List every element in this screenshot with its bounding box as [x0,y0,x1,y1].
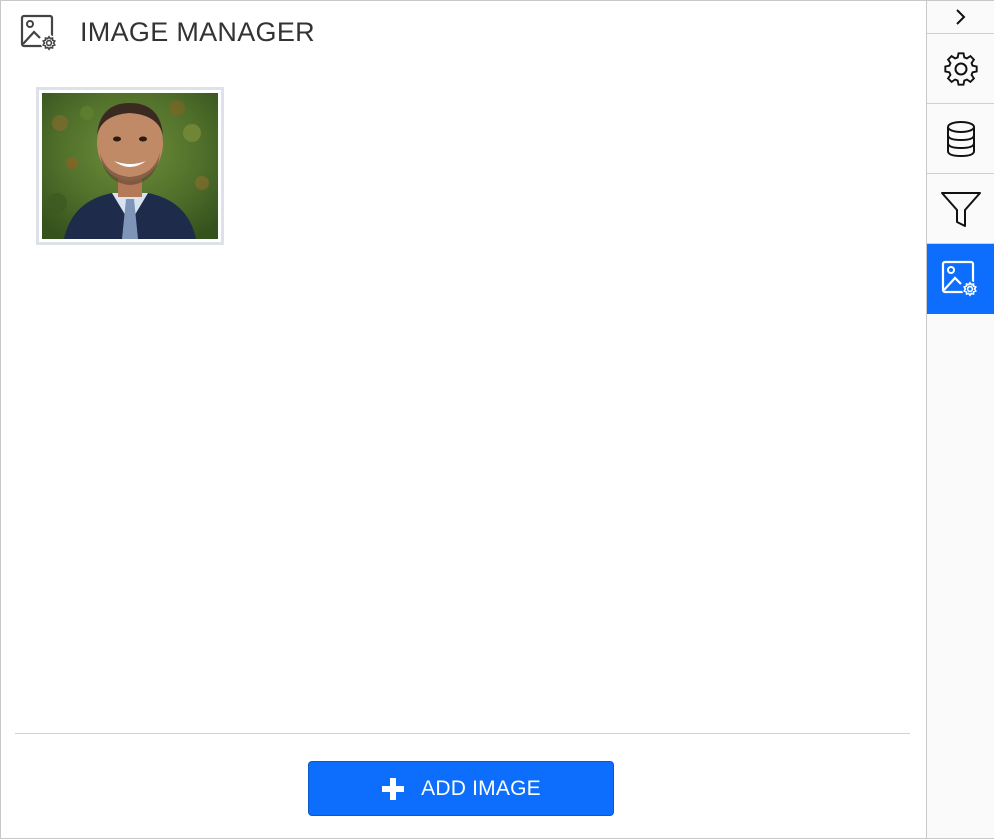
add-image-button[interactable]: ADD IMAGE [308,761,614,816]
portrait-photo [42,93,218,239]
rail-collapse-button[interactable] [927,1,994,34]
rail-item-data[interactable] [927,104,994,174]
database-icon [946,120,975,157]
rail-item-settings[interactable] [927,34,994,104]
main-area: IMAGE MANAGER ADD IMAGE [1,1,926,838]
image-manager-panel: IMAGE MANAGER ADD IMAGE [0,0,994,839]
image-settings-icon [941,260,978,297]
portrait-image [42,93,218,239]
chevron-right-icon [955,9,965,25]
footer-divider [15,733,910,734]
image-settings-icon [20,14,57,51]
filter-icon [940,191,981,227]
rail-item-image-manager[interactable] [927,244,994,314]
right-rail [926,1,994,838]
plus-icon [382,777,405,800]
image-thumbnail[interactable] [36,87,224,245]
add-image-label: ADD IMAGE [421,776,541,800]
rail-item-filter[interactable] [927,174,994,244]
gear-icon [943,51,978,86]
page-title: IMAGE MANAGER [80,17,315,47]
